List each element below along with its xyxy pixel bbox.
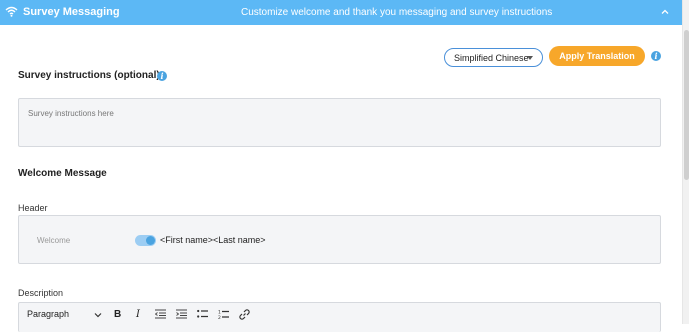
language-select-value: Simplified Chinese	[454, 53, 529, 63]
header-toggle[interactable]	[135, 235, 156, 246]
info-icon[interactable]: i	[651, 51, 661, 61]
survey-instructions-placeholder: Survey instructions here	[28, 109, 114, 118]
link-icon[interactable]	[239, 309, 250, 320]
survey-instructions-input[interactable]: Survey instructions here	[18, 98, 661, 147]
header-field-box: Welcome	[18, 215, 661, 264]
numbered-list-icon[interactable]: 1 2	[218, 309, 229, 320]
header-default-text: Welcome	[37, 236, 71, 245]
survey-messaging-header[interactable]: Survey Messaging Customize welcome and t…	[0, 0, 682, 25]
apply-translation-button[interactable]: Apply Translation	[549, 46, 645, 66]
panel-subtitle: Customize welcome and thank you messagin…	[241, 7, 553, 18]
bullet-list-icon[interactable]	[197, 309, 208, 319]
scrollbar[interactable]	[682, 0, 689, 324]
survey-instructions-title: Survey instructions (optional)	[18, 70, 160, 81]
svg-text:1: 1	[218, 310, 221, 316]
wifi-icon	[5, 6, 18, 17]
paragraph-format-select[interactable]: Paragraph	[27, 309, 69, 321]
header-label: Header	[18, 203, 48, 213]
info-icon[interactable]: i	[157, 71, 167, 81]
outdent-icon[interactable]	[155, 309, 166, 319]
toggle-knob	[146, 236, 155, 245]
indent-icon[interactable]	[176, 309, 187, 319]
description-label: Description	[18, 288, 64, 298]
header-custom-text[interactable]: <First name><Last name>	[160, 235, 266, 245]
svg-text:2: 2	[218, 315, 221, 320]
chevron-up-icon[interactable]	[660, 7, 670, 17]
caret-down-icon	[527, 56, 533, 60]
panel-title: Survey Messaging	[23, 6, 120, 18]
scrollbar-thumb[interactable]	[684, 30, 689, 180]
welcome-message-title: Welcome Message	[18, 168, 107, 179]
language-select[interactable]: Simplified Chinese	[444, 48, 543, 67]
bold-button[interactable]: B	[114, 309, 121, 321]
italic-button[interactable]: I	[136, 309, 140, 321]
chevron-down-icon[interactable]	[94, 312, 102, 318]
